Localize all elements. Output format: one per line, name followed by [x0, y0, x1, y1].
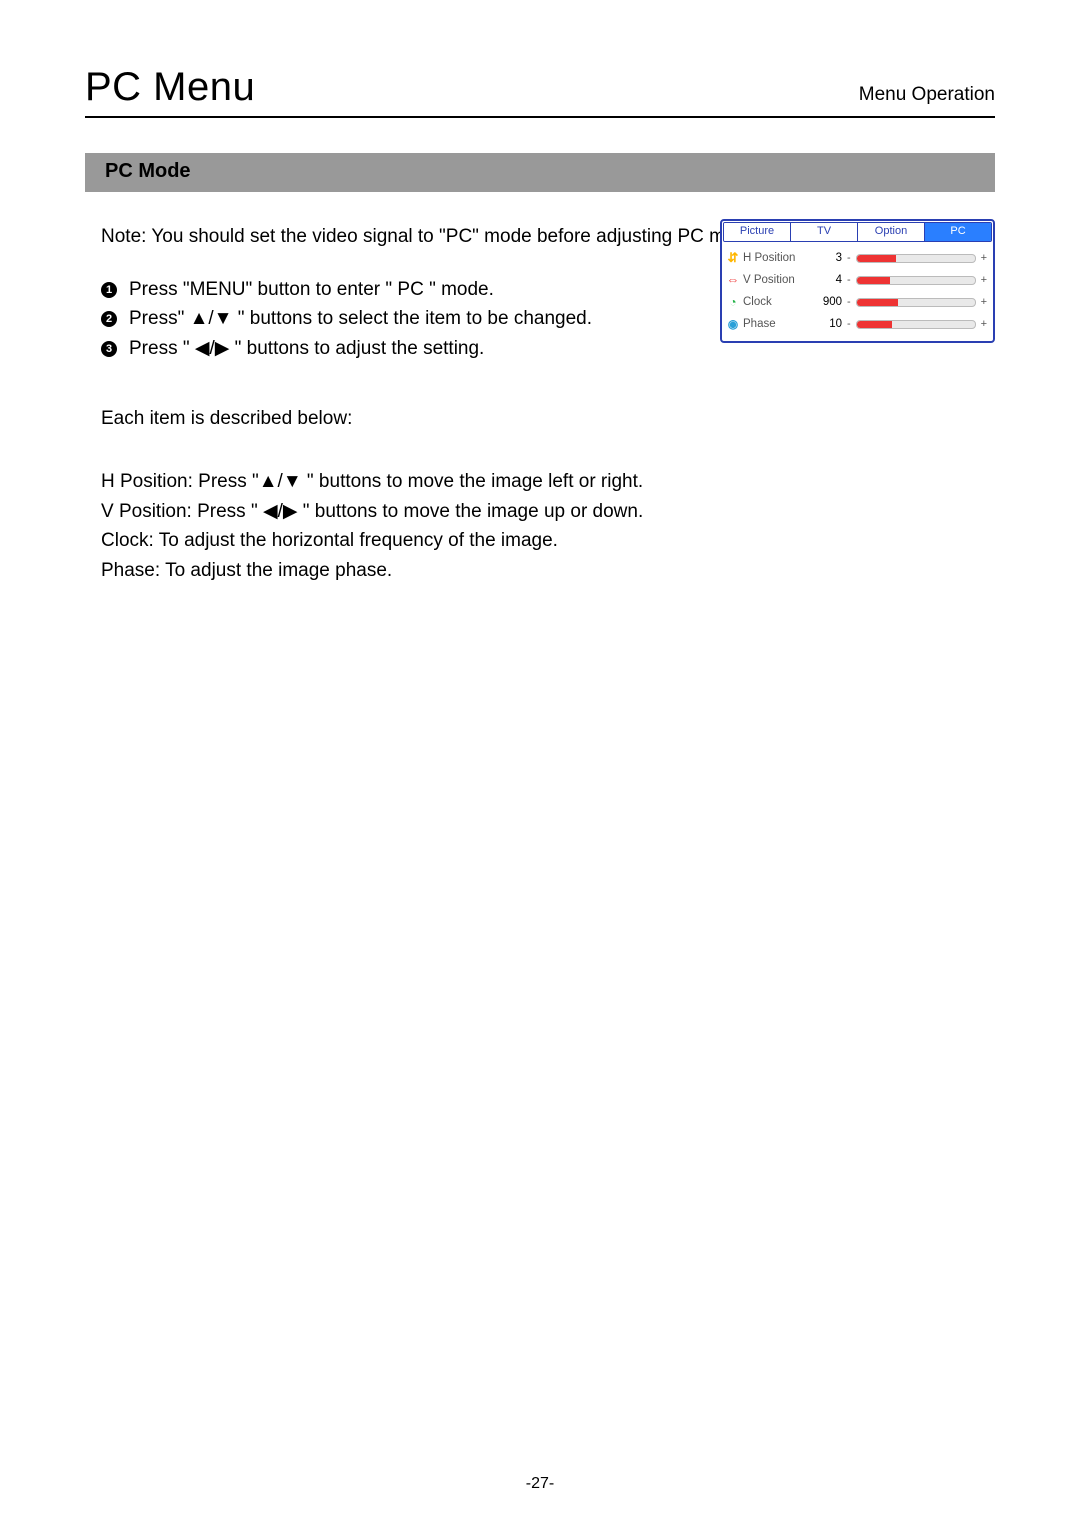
osd-row-clock[interactable]: ◔ Clock 900 - + — [726, 291, 989, 313]
slider-clock[interactable] — [856, 298, 976, 307]
plus-icon: + — [979, 295, 989, 310]
osd-value-hposition: 3 — [816, 250, 842, 266]
osd-rows: ⇵ H Position 3 - + ⇔ V Position 4 - + ◔ — [722, 243, 993, 341]
page-subtitle: Menu Operation — [859, 84, 995, 110]
osd-label-phase: Phase — [743, 316, 813, 332]
section-title: PC Mode — [85, 153, 995, 192]
tab-option[interactable]: Option — [858, 223, 925, 241]
minus-icon: - — [845, 273, 853, 288]
osd-row-vposition[interactable]: ⇔ V Position 4 - + — [726, 269, 989, 291]
bullet-3-icon: 3 — [101, 341, 117, 357]
detail-hposition: H Position: Press "▲/▼ " buttons to move… — [101, 469, 995, 496]
osd-tabs: Picture TV Option PC — [723, 222, 992, 242]
minus-icon: - — [845, 295, 853, 310]
detail-clock: Clock: To adjust the horizontal frequenc… — [101, 528, 995, 555]
aftersteps-text: Each item is described below: — [101, 406, 995, 433]
osd-value-vposition: 4 — [816, 272, 842, 288]
osd-label-hposition: H Position — [743, 250, 813, 266]
bullet-2-icon: 2 — [101, 311, 117, 327]
slider-hposition[interactable] — [856, 254, 976, 263]
tab-picture[interactable]: Picture — [724, 223, 791, 241]
osd-value-clock: 900 — [816, 294, 842, 310]
clock-icon: ◔ — [726, 295, 740, 309]
plus-icon: + — [979, 317, 989, 332]
phase-icon: ◉ — [726, 317, 740, 331]
osd-panel: Picture TV Option PC ⇵ H Position 3 - + … — [720, 219, 995, 343]
slider-vposition[interactable] — [856, 276, 976, 285]
page-header: PC Menu Menu Operation — [85, 65, 995, 118]
body-content: Note: You should set the video signal to… — [85, 224, 995, 584]
osd-row-hposition[interactable]: ⇵ H Position 3 - + — [726, 247, 989, 269]
hposition-icon: ⇵ — [726, 251, 740, 265]
plus-icon: + — [979, 273, 989, 288]
page-number: -27- — [0, 1475, 1080, 1493]
detail-block: H Position: Press "▲/▼ " buttons to move… — [101, 469, 995, 584]
vposition-icon: ⇔ — [726, 273, 740, 287]
tab-pc[interactable]: PC — [925, 223, 991, 241]
page-title: PC Menu — [85, 65, 255, 110]
minus-icon: - — [845, 317, 853, 332]
osd-value-phase: 10 — [816, 316, 842, 332]
detail-phase: Phase: To adjust the image phase. — [101, 558, 995, 585]
slider-phase[interactable] — [856, 320, 976, 329]
minus-icon: - — [845, 251, 853, 266]
osd-label-vposition: V Position — [743, 272, 813, 288]
tab-tv[interactable]: TV — [791, 223, 858, 241]
detail-vposition: V Position: Press " ◀/▶ " buttons to mov… — [101, 499, 995, 526]
bullet-1-icon: 1 — [101, 282, 117, 298]
plus-icon: + — [979, 251, 989, 266]
osd-label-clock: Clock — [743, 294, 813, 310]
osd-row-phase[interactable]: ◉ Phase 10 - + — [726, 313, 989, 335]
